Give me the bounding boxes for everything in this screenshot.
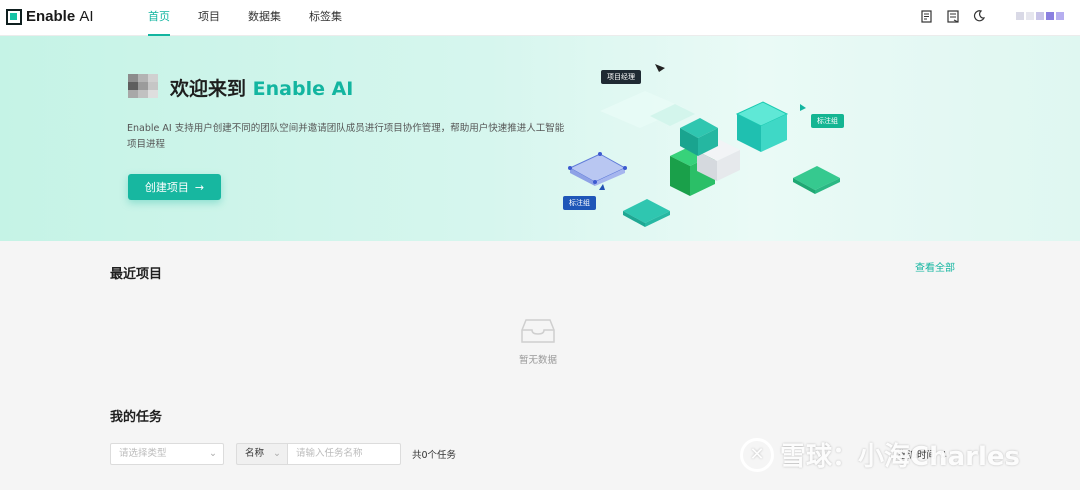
notes-icon[interactable] [920, 9, 934, 23]
watermark: ✕ 雪球：小海Charles [740, 436, 1020, 473]
welcome-banner: 欢迎来到 Enable AI Enable AI 支持用户创建不同的团队空间并邀… [0, 36, 1080, 241]
task-count: 共0个任务 [412, 450, 457, 461]
task-name-input[interactable]: 请输入任务名称 [287, 443, 401, 465]
view-all-link[interactable]: 查看全部 [915, 259, 955, 274]
app-logo[interactable]: Enable AI [6, 8, 94, 25]
chevron-down-icon: ⌄ [273, 448, 281, 459]
user-avatar-large [128, 74, 158, 98]
empty-text: 暂无数据 [518, 355, 557, 366]
moon-icon[interactable] [972, 9, 986, 23]
tag-project-manager: 项目经理 [601, 70, 641, 84]
tag-annotator-left: 标注组 [563, 196, 596, 210]
logo-icon [6, 8, 22, 25]
hero-illustration: 项目经理 标注组 标注组 [555, 56, 865, 236]
empty-state: 暂无数据 [510, 318, 566, 366]
search-field-select[interactable]: 名称 ⌄ [236, 443, 287, 465]
top-navigation-bar: Enable AI 首页 项目 数据集 标签集 [0, 0, 1080, 36]
document-icon[interactable] [946, 9, 960, 23]
recent-projects-title: 最近项目 [110, 267, 163, 282]
chevron-down-icon: ⌄ [209, 448, 217, 459]
user-avatar[interactable] [1016, 8, 1064, 24]
arrow-right-icon: → [194, 180, 205, 194]
snowball-logo-icon: ✕ [740, 437, 774, 472]
nav-projects[interactable]: 项目 [198, 0, 220, 36]
main-nav: 首页 项目 数据集 标签集 [148, 0, 342, 36]
app-name: Enable AI [26, 8, 94, 25]
create-project-button[interactable]: 创建项目 → [128, 174, 221, 200]
nav-datasets[interactable]: 数据集 [248, 0, 281, 36]
nav-label-sets[interactable]: 标签集 [309, 0, 342, 36]
top-actions [920, 8, 1064, 24]
nav-home[interactable]: 首页 [148, 0, 170, 36]
my-tasks-title: 我的任务 [110, 410, 163, 425]
welcome-title: 欢迎来到 Enable AI [170, 78, 354, 100]
task-type-select[interactable]: 请选择类型 ⌄ [110, 443, 224, 465]
task-search-group: 名称 ⌄ 请输入任务名称 [236, 443, 401, 465]
tag-annotator-right: 标注组 [811, 114, 844, 128]
welcome-description: Enable AI 支持用户创建不同的团队空间并邀请团队成员进行项目协作管理，帮… [127, 123, 565, 150]
empty-inbox-icon [521, 319, 555, 343]
